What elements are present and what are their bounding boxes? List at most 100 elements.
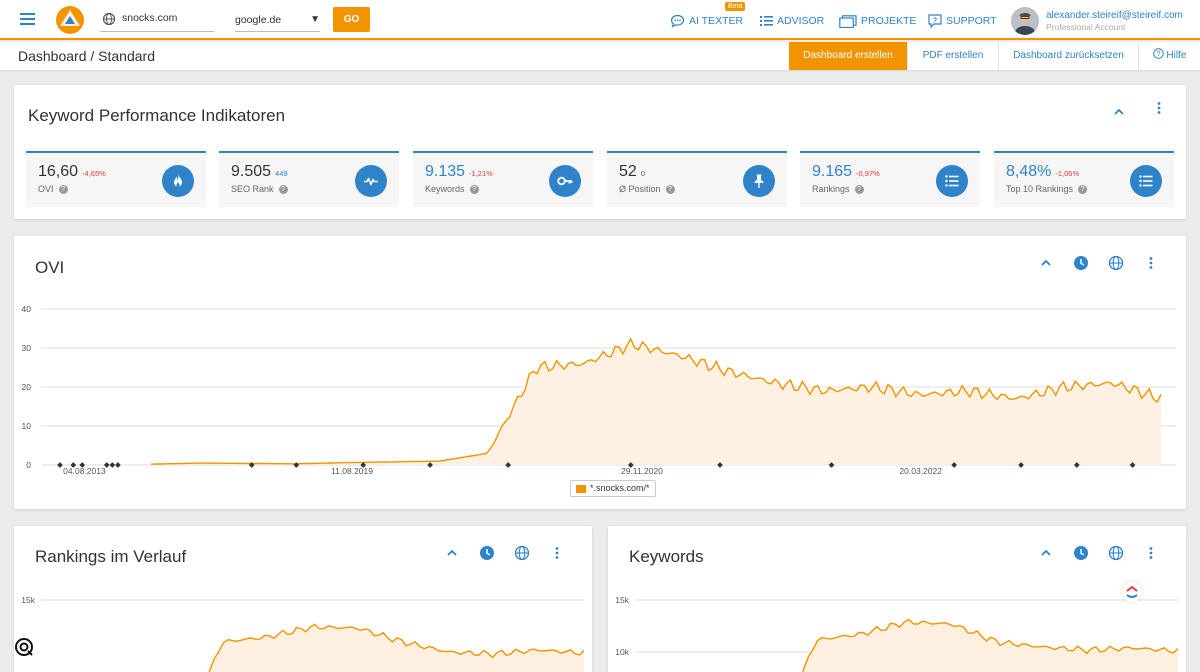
kpi-value: 16,60: [38, 163, 79, 180]
y-tick-label: 10k: [615, 647, 629, 657]
nav-projekte[interactable]: PROJEKTE: [839, 13, 916, 29]
kpi-delta: -4,65%: [82, 169, 106, 178]
series-area: [802, 619, 1178, 672]
kpi-value: 9.165: [812, 163, 853, 180]
kpi-label: Keywords: [425, 184, 465, 194]
kpi-value: 9.505: [231, 163, 272, 180]
series-area: [209, 624, 584, 672]
chat-icon: [670, 14, 685, 28]
nav-support[interactable]: ? SUPPORT: [928, 13, 997, 29]
kpi-delta: 0: [640, 169, 645, 178]
y-tick-label: 15k: [615, 595, 629, 605]
go-button[interactable]: GO: [333, 7, 370, 32]
domain-input[interactable]: [122, 12, 212, 24]
event-marker: [115, 462, 121, 468]
y-tick-label: 0: [26, 460, 31, 470]
dashboard-toolbar: Dashboard / Standard Dashboard erstellen…: [0, 42, 1200, 70]
domain-input-wrapper[interactable]: [100, 10, 214, 32]
x-tick-label: 29.11.2020: [621, 466, 663, 476]
kpi-label: Top 10 Rankings: [1006, 184, 1074, 194]
kpi-delta: -1,06%: [1055, 169, 1080, 178]
flame-icon: [162, 165, 194, 197]
event-marker: [109, 462, 116, 468]
kpi-label: OVI: [38, 184, 54, 194]
ovi-chart: 0 10 20 30 40 04.08.2013 11.08.2019 29.11.2020 2…: [22, 304, 1176, 476]
nav-advisor[interactable]: ADVISOR: [760, 13, 824, 29]
y-tick-label: 20: [22, 382, 32, 392]
beta-badge: Beta: [725, 2, 746, 11]
globe-icon: [102, 12, 116, 26]
event-marker: [293, 462, 300, 468]
x-tick-label: 20.03.2022: [899, 466, 942, 476]
top-bar: google.de ▼ GO Beta AI TEXTER ADVISOR PR…: [0, 0, 1200, 40]
create-dashboard-button[interactable]: Dashboard erstellen: [789, 42, 907, 70]
pulse-icon: [355, 165, 387, 197]
kpi-value: 9.135: [425, 163, 466, 180]
svg-text:?: ?: [933, 18, 937, 25]
kpi-delta: -0,97%: [856, 169, 880, 178]
kpi-label: Rankings: [812, 184, 850, 194]
rankings-chart: 15k: [21, 595, 585, 672]
y-tick-label: 30: [22, 343, 32, 353]
nav-ai-texter[interactable]: AI TEXTER: [670, 13, 743, 29]
kpi-tile-top10-rankings[interactable]: 8,48% -1,06% Top 10 Rankings?: [994, 151, 1174, 207]
widget-logo-icon[interactable]: [1122, 582, 1142, 602]
kpi-delta: -1,21%: [469, 169, 493, 178]
nav-label: SUPPORT: [946, 15, 997, 27]
y-tick-label: 15k: [21, 595, 35, 605]
card-title: Keyword Performance Indikatoren: [28, 106, 286, 125]
kpi-label: Ø Position: [619, 184, 661, 194]
series-area: [151, 338, 1161, 465]
help-button[interactable]: ? Hilfe: [1138, 42, 1200, 70]
pin-icon: [743, 165, 775, 197]
x-tick-label: 11.08.2019: [331, 466, 373, 476]
target-icon[interactable]: [14, 637, 34, 657]
search-engine-value: google.de: [235, 14, 282, 26]
breadcrumb: Dashboard / Standard: [18, 48, 155, 64]
keywords-chart: 15k 10k: [615, 595, 1179, 672]
event-marker: [57, 462, 63, 468]
help-circle-icon: ?: [1152, 48, 1164, 59]
info-icon[interactable]: ?: [469, 185, 479, 194]
info-icon[interactable]: ?: [854, 185, 864, 194]
kpi-tile-ovi[interactable]: 16,60 -4,65% OVI?: [26, 151, 206, 207]
user-email[interactable]: alexander.steireif@steireif.com: [1046, 10, 1183, 21]
support-icon: ?: [928, 14, 942, 28]
kpi-card: Keyword Performance Indikatoren 16,60 -4,…: [14, 85, 1186, 219]
app-logo[interactable]: [54, 4, 86, 36]
chevron-up-icon[interactable]: [1111, 104, 1127, 120]
kpi-tile-avg-position[interactable]: 52 0 Ø Position?: [607, 151, 787, 207]
info-icon[interactable]: ?: [278, 185, 288, 194]
help-label: Hilfe: [1166, 50, 1187, 61]
kpi-tile-keywords[interactable]: 9.135 -1,21% Keywords?: [413, 151, 593, 207]
svg-text:?: ?: [1156, 49, 1160, 58]
info-icon[interactable]: ?: [1078, 185, 1088, 194]
list-icon: [936, 165, 968, 197]
user-avatar[interactable]: [1011, 7, 1039, 35]
info-icon[interactable]: ?: [58, 185, 68, 194]
user-account-type: Professional Account: [1046, 22, 1126, 32]
list-icon: [760, 16, 773, 26]
key-icon: [549, 165, 581, 197]
more-vertical-icon[interactable]: [1151, 100, 1167, 116]
y-tick-label: 10: [22, 421, 32, 431]
info-icon[interactable]: ?: [665, 185, 675, 194]
menu-icon[interactable]: [20, 13, 35, 25]
search-engine-select[interactable]: google.de ▼: [235, 10, 320, 32]
caret-down-icon: ▼: [310, 14, 320, 25]
nav-label: AI TEXTER: [689, 15, 744, 27]
reset-dashboard-button[interactable]: Dashboard zurücksetzen: [998, 42, 1138, 70]
kpi-value: 52: [619, 163, 637, 180]
list-icon: [1130, 165, 1162, 197]
y-tick-label: 40: [22, 304, 32, 314]
nav-label: PROJEKTE: [861, 15, 917, 27]
kpi-tile-rankings[interactable]: 9.165 -0,97% Rankings?: [800, 151, 980, 207]
kpi-tile-seo-rank[interactable]: 9.505 449 SEO Rank?: [219, 151, 399, 207]
kpi-delta: 449: [275, 169, 288, 178]
kpi-label: SEO Rank: [231, 184, 274, 194]
nav-label: ADVISOR: [777, 15, 825, 27]
create-pdf-button[interactable]: PDF erstellen: [907, 42, 998, 70]
folder-icon: [839, 14, 857, 28]
x-tick-label: 04.08.2013: [63, 466, 106, 476]
kpi-value: 8,48%: [1006, 163, 1052, 180]
